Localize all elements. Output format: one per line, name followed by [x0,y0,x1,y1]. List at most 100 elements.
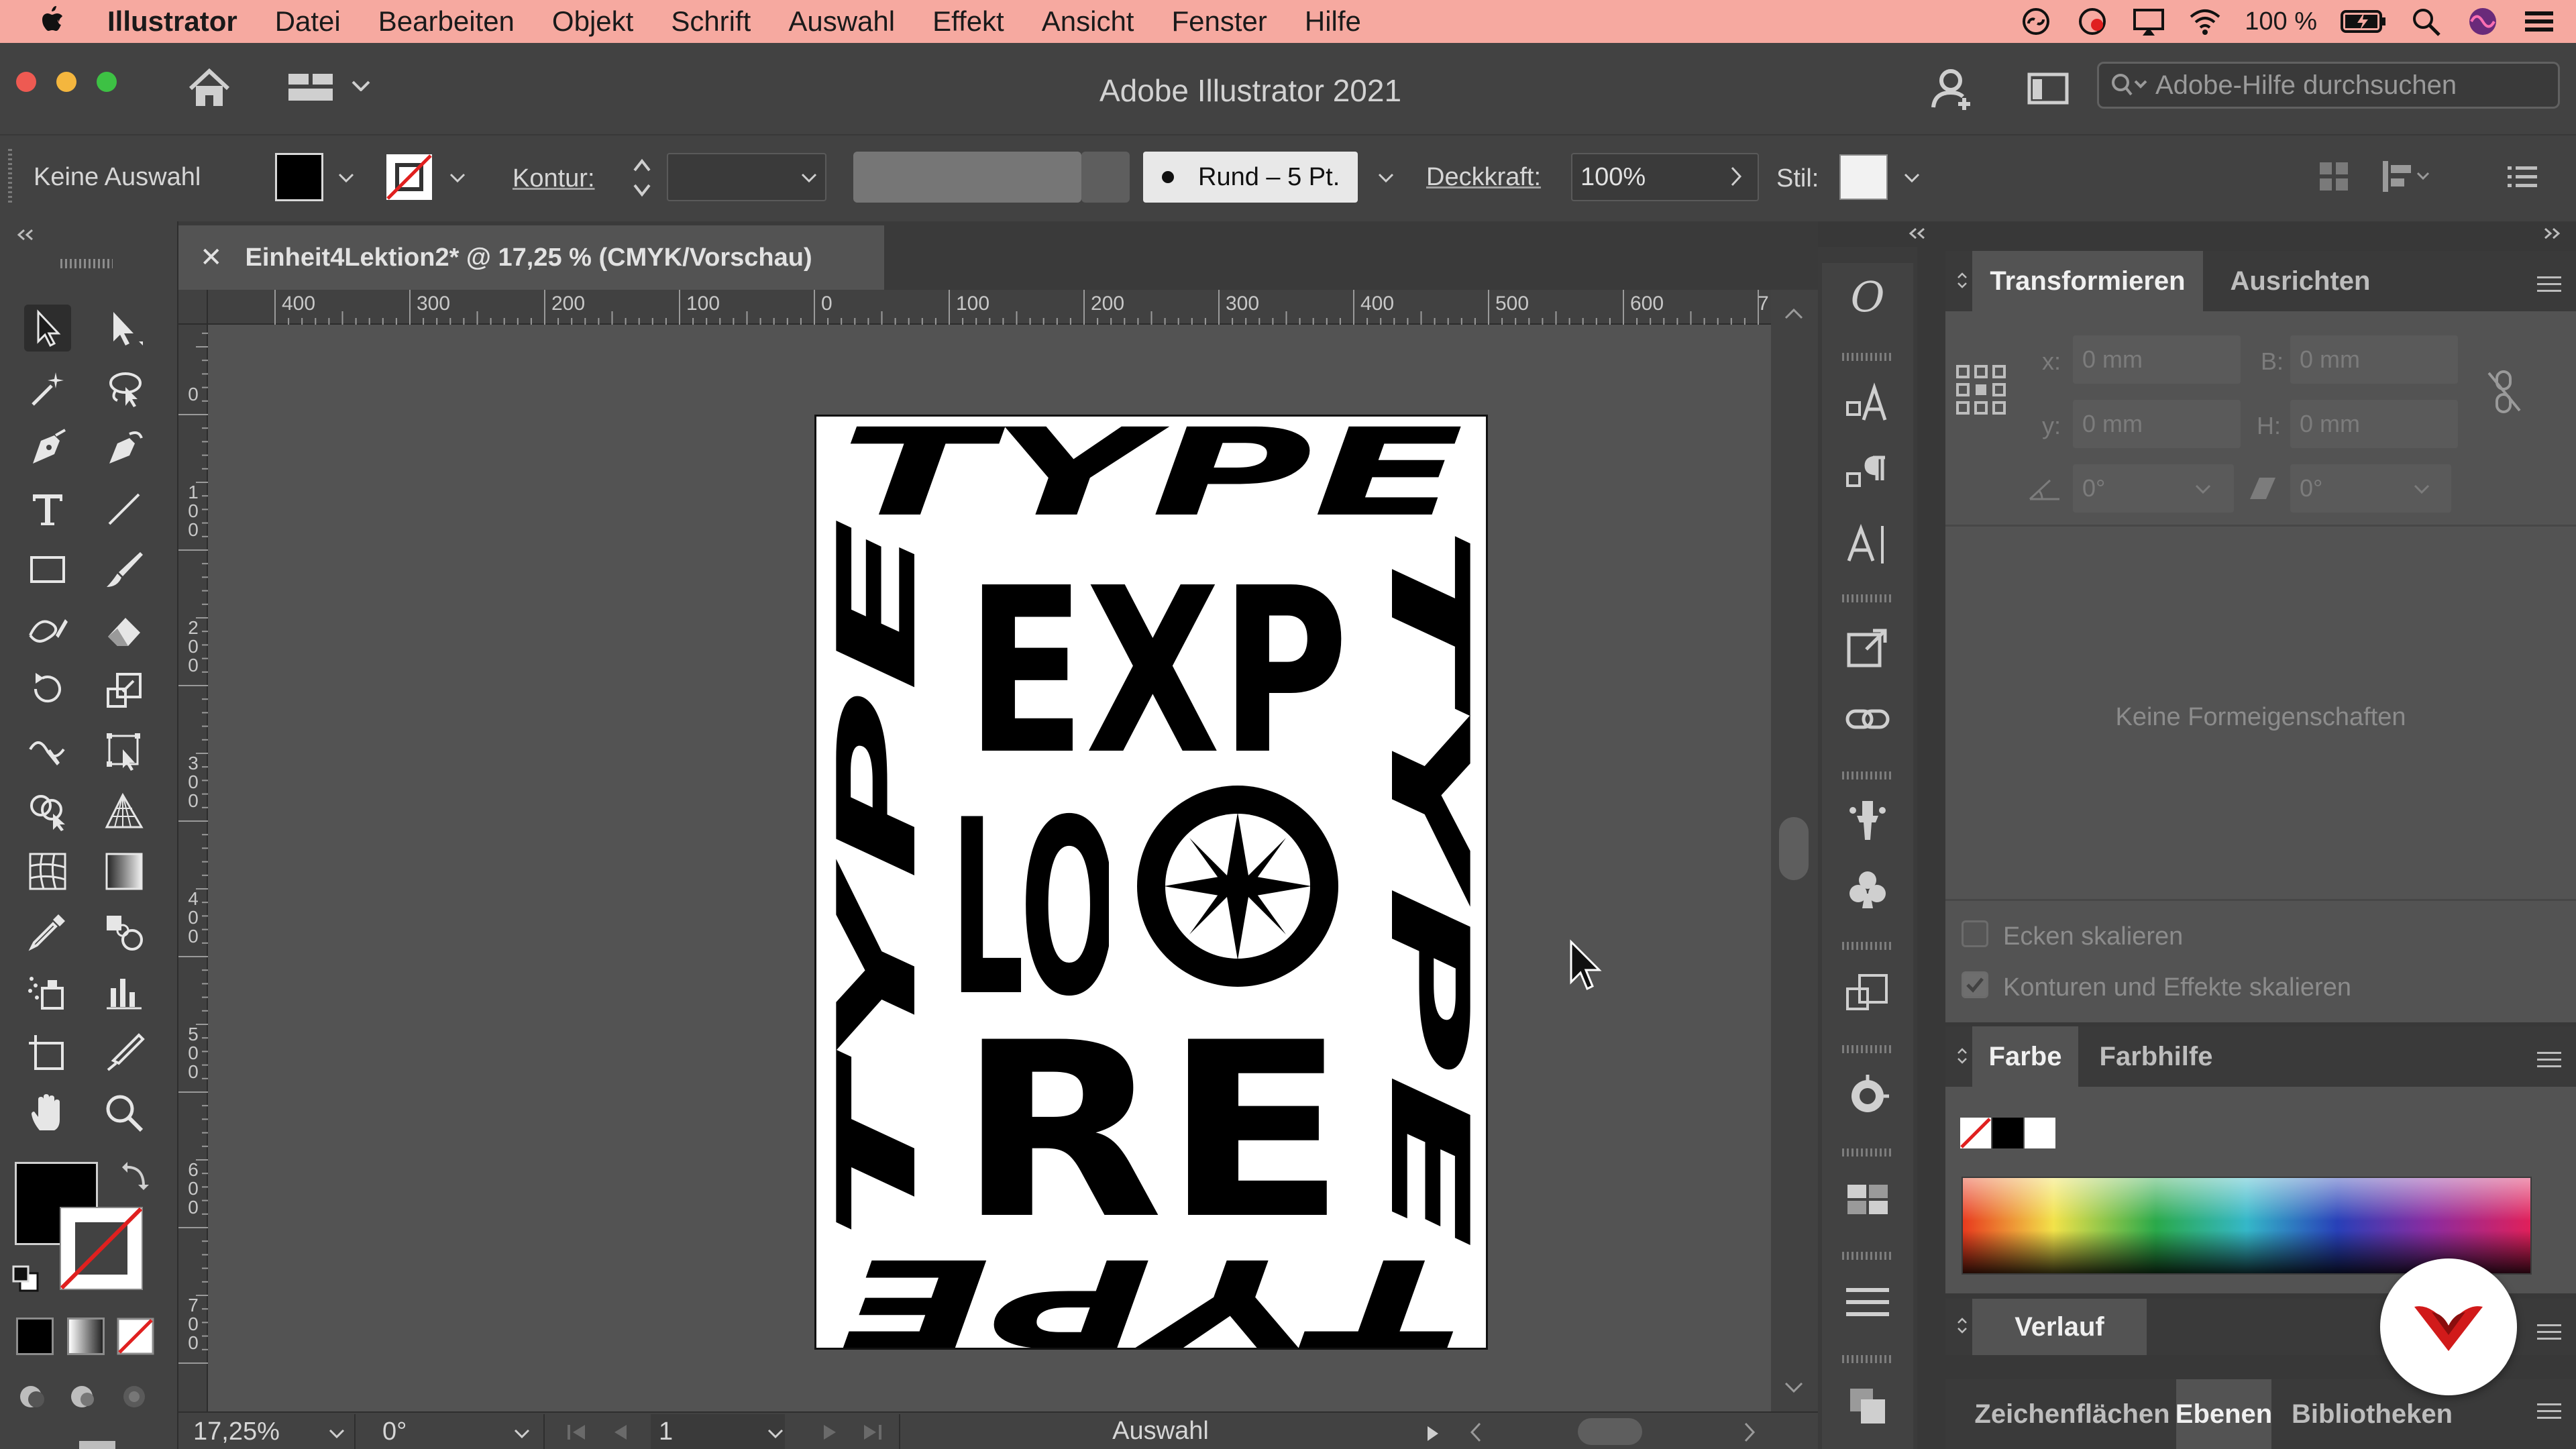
swap-fill-stroke-icon[interactable] [119,1159,152,1191]
next-artboard-icon[interactable] [820,1422,840,1442]
pen-tool[interactable] [24,425,71,472]
horizontal-ruler[interactable]: 400 300 200 100 0 100 200 300 400 500 60… [208,290,1771,325]
direct-selection-tool[interactable] [101,305,148,352]
stroke-swatch-none[interactable] [385,153,433,201]
vertical-scroll-thumb[interactable] [1779,817,1809,880]
character-icon[interactable] [1843,380,1892,428]
tab-ebenen[interactable]: Ebenen [2176,1379,2272,1449]
spotlight-search-icon[interactable] [2410,6,2443,37]
dock-grip[interactable] [1842,353,1892,361]
brush-definition[interactable]: Rund – 5 Pt. [1143,152,1358,203]
help-search-field[interactable]: Adobe-Hilfe durchsuchen [2097,62,2560,109]
artboard-number-field[interactable]: 1 [651,1414,785,1449]
horizontal-scroll-thumb[interactable] [1578,1418,1642,1445]
poster-line-re[interactable]: RE [957,991,1346,1272]
rectangle-tool[interactable] [24,546,71,593]
tab-verlauf[interactable]: Verlauf [1972,1299,2147,1355]
lasso-tool[interactable] [101,365,148,412]
variable-width-dropdown[interactable] [1081,152,1130,203]
zoom-tool[interactable] [101,1089,148,1136]
style-swatch[interactable] [1839,154,1888,200]
links-icon[interactable] [1843,695,1892,743]
type-tool[interactable] [24,486,71,533]
menu-effekt[interactable]: Effekt [932,5,1004,38]
status-menu-arrow-icon[interactable] [1425,1424,1441,1444]
stroke-color-box[interactable] [58,1205,145,1292]
panel-collapse-arrows-icon[interactable] [1956,1316,1968,1335]
panel-collapse-arrows-icon[interactable] [1956,1046,1968,1065]
control-center-icon[interactable] [2522,6,2556,37]
compass-icon[interactable] [1137,786,1338,987]
eraser-tool[interactable] [101,606,148,653]
dock-grip[interactable] [1842,1148,1892,1157]
record-icon[interactable] [2076,6,2109,37]
poster-line-exp[interactable]: EXP [966,539,1348,805]
expand-panels-icon[interactable] [2542,227,2563,240]
paragraph-icon[interactable] [1843,451,1892,499]
eyedropper-tool[interactable] [24,908,71,955]
previous-artboard-icon[interactable] [610,1422,631,1442]
control-bar-menu-icon[interactable] [2508,164,2537,189]
shear-dropdown-icon[interactable] [2414,484,2430,494]
fill-swatch[interactable] [275,153,323,201]
airplay-icon[interactable] [2132,6,2165,37]
line-tool[interactable] [101,486,148,533]
opacity-arrow-icon[interactable] [1729,165,1743,188]
collapse-dock-icon[interactable] [1907,227,1927,240]
panel-menu-icon[interactable] [2537,1323,2561,1342]
height-field[interactable]: 0 mm [2290,400,2458,448]
dock-grip[interactable] [1842,1045,1892,1053]
poster-right-type[interactable]: TYPE [1366,524,1488,1248]
first-artboard-icon[interactable] [565,1422,589,1442]
scroll-right-icon[interactable] [1741,1421,1758,1444]
stroke-weight-stepper[interactable] [631,154,653,201]
tab-ausrichten[interactable]: Ausrichten [2203,251,2398,311]
scroll-down-icon[interactable] [1784,1382,1803,1394]
variable-width-profile[interactable] [853,152,1081,203]
close-document-icon[interactable]: ✕ [200,242,223,273]
share-user-icon[interactable] [1929,66,1976,113]
dock-grip[interactable] [1842,594,1892,602]
arrange-documents-icon[interactable] [2027,72,2069,105]
menu-hilfe[interactable]: Hilfe [1305,5,1361,38]
draw-behind-icon[interactable] [67,1382,102,1411]
rotation-field[interactable]: 0° [382,1414,483,1449]
curvature-tool[interactable] [101,425,148,472]
siri-icon[interactable] [2466,6,2500,37]
gradient-tool[interactable] [101,848,148,895]
shaper-tool[interactable] [24,606,71,653]
width-field[interactable]: 0 mm [2290,335,2458,384]
artboard[interactable]: TYPE TYPE TYPE TYPE EXP LO RE [814,415,1488,1350]
stroke-weight-dropdown-icon[interactable] [801,173,817,182]
warp-tool[interactable] [24,727,71,774]
rotation-dropdown-icon[interactable] [514,1429,530,1438]
gradient-mode-button[interactable] [67,1318,105,1355]
stroke-label[interactable]: Kontur: [513,164,595,193]
scale-strokes-checkbox[interactable] [1962,971,1988,998]
mesh-tool[interactable] [24,848,71,895]
constrain-proportions-icon[interactable] [2485,368,2525,416]
paintbrush-tool[interactable] [101,546,148,593]
menu-ansicht[interactable]: Ansicht [1042,5,1134,38]
current-tool-status[interactable]: Auswahl [939,1417,1382,1449]
perspective-grid-tool[interactable] [101,788,148,835]
fill-dropdown-icon[interactable] [338,173,354,182]
scale-tool[interactable] [101,667,148,714]
hand-tool[interactable] [24,1089,71,1136]
app-menu[interactable]: Illustrator [107,5,237,38]
zoom-dropdown-icon[interactable] [329,1429,345,1438]
dock-grip[interactable] [1842,1252,1892,1260]
opacity-label[interactable]: Deckkraft: [1426,163,1541,192]
poster-artwork[interactable]: TYPE TYPE TYPE TYPE EXP LO RE [816,417,1488,1350]
battery-charging-icon[interactable] [2340,6,2387,37]
free-transform-tool[interactable] [101,727,148,774]
artboard-dropdown-icon[interactable] [767,1429,784,1438]
angle-dropdown-icon[interactable] [2195,484,2211,494]
tools-grip[interactable] [60,259,113,268]
apple-logo-icon[interactable] [35,4,64,39]
brush-dropdown-icon[interactable] [1378,173,1394,182]
control-bar-grip[interactable] [8,149,12,205]
poster-left-type[interactable]: TYPE [816,517,940,1242]
tab-zeichenflaechen[interactable]: Zeichenflächen [1968,1379,2176,1449]
swatches-icon[interactable] [1843,1175,1892,1224]
